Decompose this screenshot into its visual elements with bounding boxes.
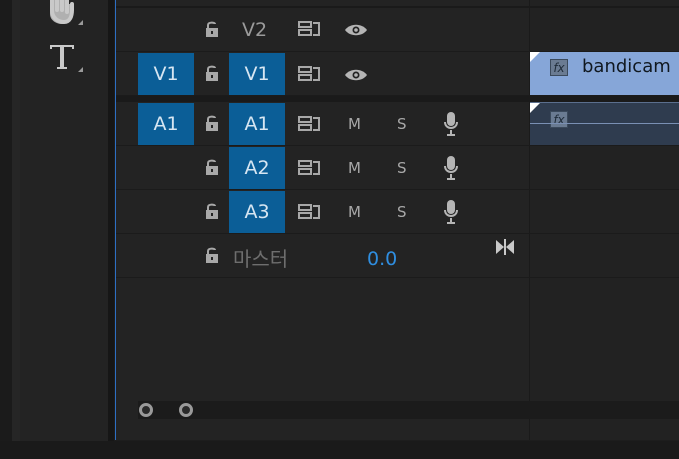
sync-lock-icon[interactable]	[298, 21, 320, 37]
tool-palette	[0, 0, 110, 441]
sync-lock-icon[interactable]	[298, 160, 320, 176]
solo-button-a3[interactable]: S	[397, 203, 407, 221]
sync-lock-icon[interactable]	[298, 204, 320, 220]
mute-button-a3[interactable]: M	[348, 203, 361, 221]
master-track-label: 마스터	[233, 247, 289, 271]
track-row-master: 마스터 0.0	[116, 234, 679, 278]
type-tool-icon	[50, 45, 74, 69]
tool-palette-edge	[0, 0, 12, 441]
microphone-icon[interactable]	[443, 199, 459, 225]
bottom-bar	[0, 441, 679, 459]
track-target-v1[interactable]: V1	[229, 53, 285, 95]
hand-icon	[50, 0, 74, 25]
panel-divider[interactable]	[108, 0, 114, 441]
video-clip[interactable]: fx bandicam	[530, 52, 679, 95]
solo-button-a1[interactable]: S	[397, 115, 407, 133]
source-patch-v1[interactable]: V1	[138, 53, 194, 95]
hand-tool-button[interactable]	[44, 0, 83, 28]
scrollbar-right-handle[interactable]	[179, 403, 193, 417]
audio-clip[interactable]: fx	[530, 102, 679, 145]
track-row-a3: A3 M S	[116, 190, 679, 234]
lock-open-icon[interactable]	[204, 20, 220, 38]
track-target-a1[interactable]: A1	[229, 103, 285, 145]
source-patch-a1[interactable]: A1	[138, 103, 194, 145]
microphone-icon[interactable]	[443, 111, 459, 137]
video-clip-name: bandicam	[582, 56, 671, 77]
go-to-in-out-icon[interactable]	[495, 239, 515, 255]
tool-palette-edge-inner	[12, 0, 20, 441]
track-target-a2[interactable]: A2	[229, 147, 285, 189]
lock-open-icon[interactable]	[204, 114, 220, 132]
eye-icon[interactable]	[344, 22, 368, 38]
lock-open-icon[interactable]	[204, 202, 220, 220]
tool-submenu-indicator	[78, 67, 83, 72]
clip-start-marker-icon	[530, 52, 540, 62]
solo-button-a2[interactable]: S	[397, 159, 407, 177]
track-row-a2: A2 M S	[116, 146, 679, 190]
lock-open-icon[interactable]	[204, 64, 220, 82]
fx-badge[interactable]: fx	[550, 111, 568, 128]
sync-lock-icon[interactable]	[298, 116, 320, 132]
timeline-panel: V2 V1 V1 A1 A1 M S A2 M S A3 M S 마스터 0.0…	[115, 0, 679, 440]
lock-open-icon[interactable]	[204, 158, 220, 176]
microphone-icon[interactable]	[443, 155, 459, 181]
sync-lock-icon[interactable]	[298, 66, 320, 82]
tool-submenu-indicator	[78, 20, 83, 25]
scrollbar-left-handle[interactable]	[139, 403, 153, 417]
fx-badge[interactable]: fx	[550, 59, 568, 76]
mute-button-a1[interactable]: M	[348, 115, 361, 133]
timeline-zoom-scrollbar[interactable]	[138, 401, 679, 419]
audio-waveform-line	[530, 123, 679, 124]
mute-button-a2[interactable]: M	[348, 159, 361, 177]
eye-icon[interactable]	[344, 67, 368, 83]
track-row-v2: V2	[116, 8, 679, 52]
lock-open-icon[interactable]	[204, 246, 220, 264]
master-volume-value[interactable]: 0.0	[367, 248, 397, 270]
track-target-v2[interactable]: V2	[242, 19, 267, 41]
type-tool-button[interactable]	[44, 38, 83, 74]
track-target-a3[interactable]: A3	[229, 191, 285, 233]
clip-start-marker-icon	[530, 103, 540, 113]
